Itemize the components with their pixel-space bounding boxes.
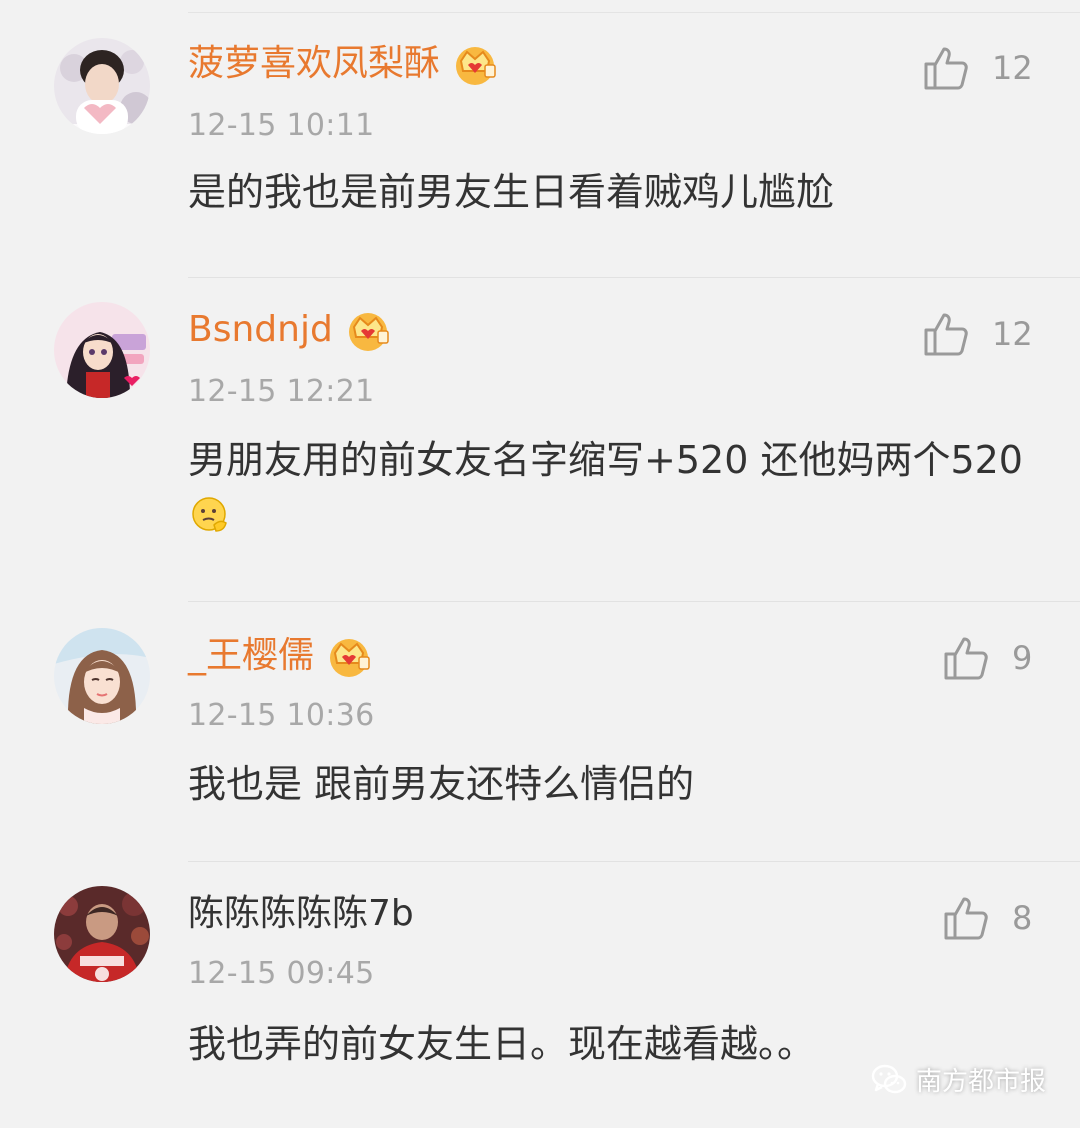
avatar[interactable] [54,628,150,724]
comment-time: 12-15 10:11 [188,108,375,143]
like-count: 8 [1012,899,1033,937]
like-count: 12 [992,49,1033,87]
vip-crown-icon [348,313,389,351]
avatar[interactable] [54,302,150,398]
username[interactable]: Bsndnjd [188,302,333,358]
like-button[interactable]: 12 [922,44,1033,92]
avatar[interactable] [54,886,150,982]
username[interactable]: _王樱儒 [188,628,314,684]
like-button[interactable]: 12 [922,310,1033,358]
wechat-icon [871,1064,907,1094]
comment-time: 12-15 12:21 [188,374,375,409]
comment-text: 我也是 跟前男友还特么情侣的 [188,762,695,806]
like-count: 12 [992,315,1033,353]
thumbs-up-icon [944,637,988,680]
vip-crown-icon [330,639,370,677]
comment-item: Bsndnjd 12-15 12:21 男朋友用的前女友名字缩写+520 还他妈… [0,278,1080,602]
comment-text-body: 男朋友用的前女友名字缩写+520 还他妈两个520 [188,438,1023,482]
like-count: 9 [1012,639,1033,677]
watermark-text: 南方都市报 [915,1066,1046,1097]
like-button[interactable]: 8 [942,894,1042,942]
username[interactable]: 菠萝喜欢凤梨酥 [188,36,440,92]
like-button[interactable]: 9 [942,634,1042,682]
thumbs-up-icon [924,47,968,90]
comment-time: 12-15 09:45 [188,956,375,991]
comment-text: 男朋友用的前女友名字缩写+520 还他妈两个520 [188,432,1028,544]
comment-item: _王樱儒 12-15 10:36 我也是 跟前男友还特么情侣的 9 [0,602,1080,862]
username[interactable]: 陈陈陈陈陈7b [188,886,414,942]
comment-text: 是的我也是前男友生日看着贼鸡儿尴尬 [188,170,835,214]
thumbs-up-icon [924,313,968,356]
thumbs-up-icon [944,897,988,940]
comment-item: 菠萝喜欢凤梨酥 12-15 10:11 是的我也是前男友生日看着贼鸡儿尴尬 12 [0,0,1080,278]
vip-crown-icon [456,47,496,85]
comment-time: 12-15 10:36 [188,698,375,733]
thinking-face-icon [192,497,227,532]
watermark: 南方都市报 [870,1060,1046,1098]
avatar[interactable] [54,38,150,134]
